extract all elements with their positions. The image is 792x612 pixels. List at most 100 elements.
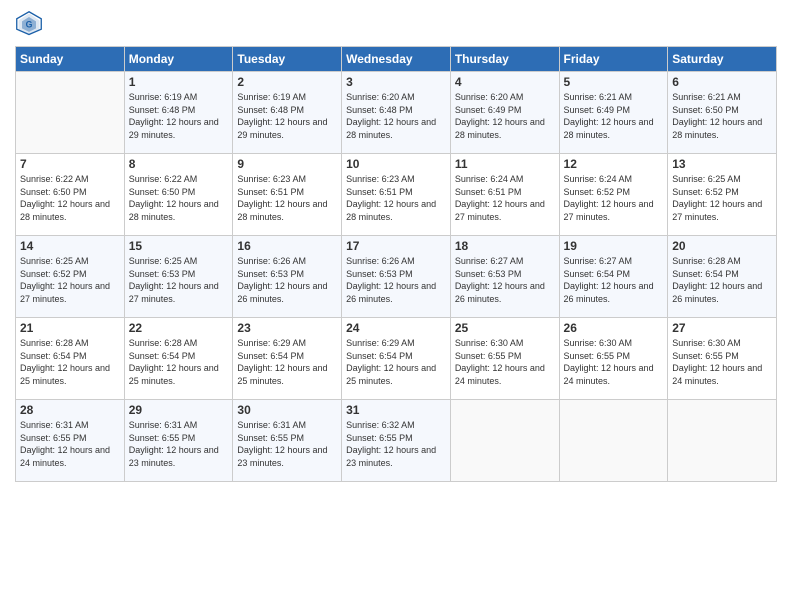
calendar-cell: 7Sunrise: 6:22 AM Sunset: 6:50 PM Daylig… xyxy=(16,154,125,236)
day-number: 19 xyxy=(564,239,664,253)
day-info: Sunrise: 6:28 AM Sunset: 6:54 PM Dayligh… xyxy=(20,337,120,387)
calendar-cell: 18 Sunrise: 6:27 AM Sunset: 6:53 PM Dayli… xyxy=(450,236,559,318)
calendar-cell: 23Sunrise: 6:29 AM Sunset: 6:54 PM Dayli… xyxy=(233,318,342,400)
calendar-cell xyxy=(559,400,668,482)
day-number: 30 xyxy=(237,403,337,417)
day-number: 7 xyxy=(20,157,120,171)
header-day: Friday xyxy=(559,47,668,72)
header-day: Wednesday xyxy=(342,47,451,72)
day-info: Sunrise: 6:24 AM Sunset: 6:52 PM Dayligh… xyxy=(564,173,664,223)
day-number: 3 xyxy=(346,75,446,89)
day-info: Sunrise: 6:26 AM Sunset: 6:53 PM Dayligh… xyxy=(237,255,337,305)
calendar-cell: 27 Sunrise: 6:30 AM Sunset: 6:55 PM Dayli… xyxy=(668,318,777,400)
day-number: 29 xyxy=(129,403,229,417)
calendar-cell: 6 Sunrise: 6:21 AM Sunset: 6:50 PM Daylig… xyxy=(668,72,777,154)
day-number: 12 xyxy=(564,157,664,171)
day-info: Sunrise: 6:27 AM Sunset: 6:53 PM Dayligh… xyxy=(455,255,555,305)
day-info: Sunrise: 6:19 AM Sunset: 6:48 PM Dayligh… xyxy=(237,91,337,141)
calendar-cell: 21 Sunrise: 6:28 AM Sunset: 6:54 PM Dayli… xyxy=(16,318,125,400)
day-info: Sunrise: 6:30 AM Sunset: 6:55 PM Dayligh… xyxy=(672,337,772,387)
calendar-cell: 4Sunrise: 6:20 AM Sunset: 6:49 PM Daylig… xyxy=(450,72,559,154)
day-info: Sunrise: 6:23 AM Sunset: 6:51 PM Dayligh… xyxy=(237,173,337,223)
day-info: Sunrise: 6:21 AM Sunset: 6:50 PM Dayligh… xyxy=(672,91,772,141)
day-info: Sunrise: 6:25 AM Sunset: 6:53 PM Dayligh… xyxy=(129,255,229,305)
calendar-cell: 13 Sunrise: 6:25 AM Sunset: 6:52 PM Dayli… xyxy=(668,154,777,236)
day-number: 25 xyxy=(455,321,555,335)
header-day: Saturday xyxy=(668,47,777,72)
day-info: Sunrise: 6:30 AM Sunset: 6:55 PM Dayligh… xyxy=(455,337,555,387)
calendar-cell: 11 Sunrise: 6:24 AM Sunset: 6:51 PM Dayli… xyxy=(450,154,559,236)
day-info: Sunrise: 6:30 AM Sunset: 6:55 PM Dayligh… xyxy=(564,337,664,387)
day-info: Sunrise: 6:22 AM Sunset: 6:50 PM Dayligh… xyxy=(129,173,229,223)
day-number: 16 xyxy=(237,239,337,253)
calendar-cell: 15 Sunrise: 6:25 AM Sunset: 6:53 PM Dayli… xyxy=(124,236,233,318)
day-number: 27 xyxy=(672,321,772,335)
calendar-cell: 20 Sunrise: 6:28 AM Sunset: 6:54 PM Dayli… xyxy=(668,236,777,318)
calendar-week-row: 14 Sunrise: 6:25 AM Sunset: 6:52 PM Dayli… xyxy=(16,236,777,318)
day-number: 11 xyxy=(455,157,555,171)
calendar-week-row: 21 Sunrise: 6:28 AM Sunset: 6:54 PM Dayli… xyxy=(16,318,777,400)
day-number: 21 xyxy=(20,321,120,335)
day-info: Sunrise: 6:28 AM Sunset: 6:54 PM Dayligh… xyxy=(672,255,772,305)
day-number: 31 xyxy=(346,403,446,417)
calendar-cell: 26 Sunrise: 6:30 AM Sunset: 6:55 PM Dayli… xyxy=(559,318,668,400)
calendar-cell: 9Sunrise: 6:23 AM Sunset: 6:51 PM Daylig… xyxy=(233,154,342,236)
day-info: Sunrise: 6:31 AM Sunset: 6:55 PM Dayligh… xyxy=(237,419,337,469)
day-number: 1 xyxy=(129,75,229,89)
day-number: 10 xyxy=(346,157,446,171)
calendar-cell: 19 Sunrise: 6:27 AM Sunset: 6:54 PM Dayli… xyxy=(559,236,668,318)
day-number: 17 xyxy=(346,239,446,253)
day-number: 5 xyxy=(564,75,664,89)
day-info: Sunrise: 6:26 AM Sunset: 6:53 PM Dayligh… xyxy=(346,255,446,305)
header: G xyxy=(15,10,777,38)
logo: G xyxy=(15,10,45,38)
day-number: 24 xyxy=(346,321,446,335)
calendar-cell: 1 Sunrise: 6:19 AM Sunset: 6:48 PM Daylig… xyxy=(124,72,233,154)
day-info: Sunrise: 6:21 AM Sunset: 6:49 PM Dayligh… xyxy=(564,91,664,141)
calendar-cell: 2 Sunrise: 6:19 AM Sunset: 6:48 PM Daylig… xyxy=(233,72,342,154)
day-number: 14 xyxy=(20,239,120,253)
day-number: 13 xyxy=(672,157,772,171)
day-number: 15 xyxy=(129,239,229,253)
calendar-cell: 25 Sunrise: 6:30 AM Sunset: 6:55 PM Dayli… xyxy=(450,318,559,400)
calendar-cell: 8 Sunrise: 6:22 AM Sunset: 6:50 PM Daylig… xyxy=(124,154,233,236)
header-day: Tuesday xyxy=(233,47,342,72)
day-info: Sunrise: 6:19 AM Sunset: 6:48 PM Dayligh… xyxy=(129,91,229,141)
day-number: 22 xyxy=(129,321,229,335)
day-info: Sunrise: 6:24 AM Sunset: 6:51 PM Dayligh… xyxy=(455,173,555,223)
calendar-table: SundayMondayTuesdayWednesdayThursdayFrid… xyxy=(15,46,777,482)
day-info: Sunrise: 6:27 AM Sunset: 6:54 PM Dayligh… xyxy=(564,255,664,305)
day-info: Sunrise: 6:20 AM Sunset: 6:49 PM Dayligh… xyxy=(455,91,555,141)
calendar-cell: 16 Sunrise: 6:26 AM Sunset: 6:53 PM Dayli… xyxy=(233,236,342,318)
calendar-cell xyxy=(450,400,559,482)
day-number: 26 xyxy=(564,321,664,335)
calendar-cell: 3 Sunrise: 6:20 AM Sunset: 6:48 PM Daylig… xyxy=(342,72,451,154)
calendar-cell: 31 Sunrise: 6:32 AM Sunset: 6:55 PM Dayli… xyxy=(342,400,451,482)
header-day: Thursday xyxy=(450,47,559,72)
calendar-cell: 17 Sunrise: 6:26 AM Sunset: 6:53 PM Dayli… xyxy=(342,236,451,318)
calendar-page: G SundayMondayTuesdayWednesdayThursdayFr… xyxy=(0,0,792,612)
day-number: 2 xyxy=(237,75,337,89)
day-info: Sunrise: 6:25 AM Sunset: 6:52 PM Dayligh… xyxy=(20,255,120,305)
day-info: Sunrise: 6:25 AM Sunset: 6:52 PM Dayligh… xyxy=(672,173,772,223)
day-info: Sunrise: 6:23 AM Sunset: 6:51 PM Dayligh… xyxy=(346,173,446,223)
calendar-cell xyxy=(16,72,125,154)
calendar-cell: 29Sunrise: 6:31 AM Sunset: 6:55 PM Dayli… xyxy=(124,400,233,482)
day-info: Sunrise: 6:20 AM Sunset: 6:48 PM Dayligh… xyxy=(346,91,446,141)
calendar-week-row: 7 Sunrise: 6:22 AM Sunset: 6:50 PM Daylig… xyxy=(16,154,777,236)
day-number: 20 xyxy=(672,239,772,253)
logo-icon: G xyxy=(15,10,43,38)
day-number: 6 xyxy=(672,75,772,89)
day-info: Sunrise: 6:29 AM Sunset: 6:54 PM Dayligh… xyxy=(346,337,446,387)
day-info: Sunrise: 6:32 AM Sunset: 6:55 PM Dayligh… xyxy=(346,419,446,469)
day-info: Sunrise: 6:28 AM Sunset: 6:54 PM Dayligh… xyxy=(129,337,229,387)
calendar-cell: 24 Sunrise: 6:29 AM Sunset: 6:54 PM Dayli… xyxy=(342,318,451,400)
calendar-cell: 14 Sunrise: 6:25 AM Sunset: 6:52 PM Dayli… xyxy=(16,236,125,318)
calendar-week-row: 28Sunrise: 6:31 AM Sunset: 6:55 PM Dayli… xyxy=(16,400,777,482)
day-info: Sunrise: 6:31 AM Sunset: 6:55 PM Dayligh… xyxy=(20,419,120,469)
calendar-cell: 28Sunrise: 6:31 AM Sunset: 6:55 PM Dayli… xyxy=(16,400,125,482)
day-number: 18 xyxy=(455,239,555,253)
calendar-cell: 30 Sunrise: 6:31 AM Sunset: 6:55 PM Dayli… xyxy=(233,400,342,482)
header-day: Sunday xyxy=(16,47,125,72)
day-number: 8 xyxy=(129,157,229,171)
